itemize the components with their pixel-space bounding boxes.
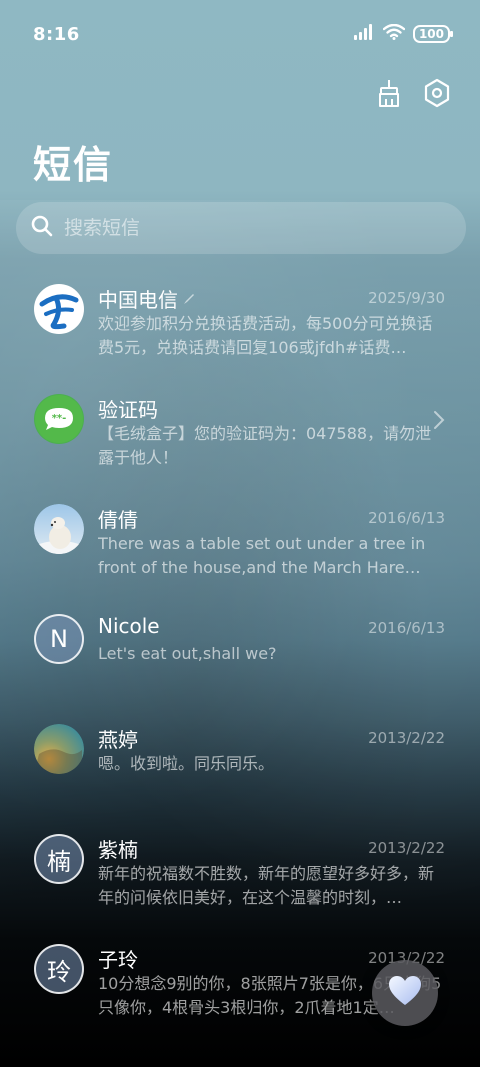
message-preview: There was a table set out under a tree i… [98, 534, 426, 577]
message-preview: 嗯。收到啦。同乐同乐。 [98, 754, 275, 773]
message-preview: 【毛绒盒子】您的验证码为：047588，请勿泄露于他人！ [98, 424, 432, 467]
conversation-item[interactable]: 楠 紫楠 2013/2/22 新年的祝福数不胜数，新年的愿望好多好多，新年的问候… [0, 812, 480, 922]
avatar: 玲 [34, 944, 84, 994]
status-icons: 100 [353, 23, 454, 44]
avatar: 楠 [34, 834, 84, 884]
contact-name: 燕婷 [98, 728, 138, 752]
message-preview: 新年的祝福数不胜数，新年的愿望好多好多，新年的问候依旧美好，在这个温馨的时刻，… [98, 864, 435, 907]
wifi-icon [382, 23, 406, 44]
contact-name: 验证码 [98, 398, 158, 422]
message-preview: 欢迎参加积分兑换话费活动，每500分可兑换话费5元，兑换话费请回复106或jfd… [98, 314, 433, 357]
conversation-item[interactable]: 倩倩 2016/6/13 There was a table set out u… [0, 482, 480, 592]
china-telecom-logo-icon [34, 284, 84, 334]
page-title: 短信 [33, 143, 114, 187]
pencil-icon [182, 287, 196, 311]
conversation-item[interactable]: 中国电信 2025/9/30 欢迎参加积分兑换话费活动，每500分可兑换话费5元… [0, 262, 480, 372]
battery-indicator: 100 [412, 25, 454, 43]
svg-text:**-: **- [52, 413, 67, 424]
contact-name: 中国电信 [98, 284, 196, 313]
settings-icon[interactable] [422, 76, 452, 110]
message-preview: Let's eat out,shall we? [98, 644, 277, 663]
signal-icon [353, 24, 375, 44]
landscape-photo [34, 724, 84, 774]
fab-button[interactable] [372, 960, 438, 1026]
search-icon [30, 214, 54, 242]
contact-name: Nicole [98, 614, 160, 638]
top-actions [374, 76, 452, 110]
message-date: 2013/2/22 [368, 839, 445, 857]
search-input[interactable] [64, 217, 424, 239]
status-bar: 8:16 100 [0, 0, 480, 68]
status-time: 8:16 [33, 23, 80, 45]
polar-bear-photo [34, 504, 84, 554]
conversation-item[interactable]: 燕婷 2013/2/22 嗯。收到啦。同乐同乐。 [0, 702, 480, 812]
heart-icon [387, 975, 423, 1011]
broom-icon[interactable] [374, 76, 404, 110]
conversation-list: 中国电信 2025/9/30 欢迎参加积分兑换话费活动，每500分可兑换话费5元… [0, 262, 480, 1032]
message-bubble-icon: **- [34, 394, 84, 444]
avatar: N [34, 614, 84, 664]
contact-name: 紫楠 [98, 838, 138, 862]
search-bar[interactable] [16, 202, 466, 254]
conversation-item[interactable]: **- 验证码 【毛绒盒子】您的验证码为：047588，请勿泄露于他人！ [0, 372, 480, 482]
message-date: 2016/6/13 [368, 509, 445, 527]
contact-name: 子玲 [98, 948, 138, 972]
message-date: 2016/6/13 [368, 619, 445, 637]
message-date: 2025/9/30 [368, 289, 445, 307]
conversation-item[interactable]: N Nicole 2016/6/13 Let's eat out,shall w… [0, 592, 480, 702]
contact-name: 倩倩 [98, 508, 138, 532]
message-date: 2013/2/22 [368, 729, 445, 747]
